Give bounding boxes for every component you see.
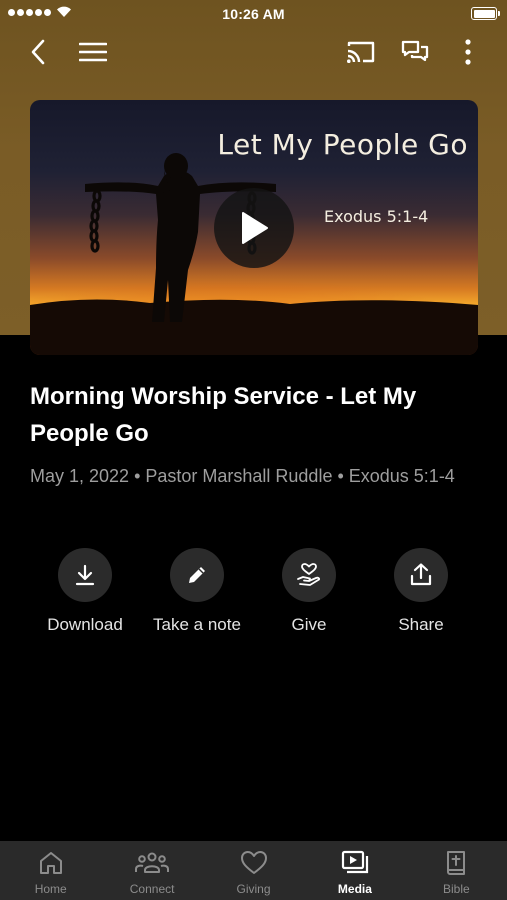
note-circle: [170, 548, 224, 602]
give-label: Give: [291, 615, 327, 634]
tab-connect[interactable]: Connect: [101, 841, 202, 900]
tab-connect-label: Connect: [129, 882, 175, 896]
cast-icon: [347, 41, 375, 63]
download-circle: [58, 548, 112, 602]
tab-bible-label: Bible: [442, 882, 470, 896]
chat-bubbles-icon: [401, 40, 429, 62]
chat-button[interactable]: [395, 32, 435, 72]
hamburger-menu-icon: [79, 42, 107, 62]
heart-icon: [240, 851, 267, 874]
chevron-left-icon: [31, 39, 45, 65]
play-icon: [242, 212, 268, 244]
take-a-note-label: Take a note: [153, 615, 241, 634]
share-circle: [394, 548, 448, 602]
video-thumbnail[interactable]: Let My People Go Exodus 5:1-4: [30, 100, 478, 355]
sermon-meta: May 1, 2022 • Pastor Marshall Ruddle • E…: [30, 466, 455, 486]
tab-home-label: Home: [34, 882, 67, 896]
people-icon: [135, 852, 170, 873]
tab-bible[interactable]: Bible: [406, 841, 507, 900]
tab-media-label: Media: [337, 882, 372, 896]
more-vertical-icon: [465, 39, 471, 65]
status-bar: 10:26 AM: [0, 0, 507, 28]
pencil-icon: [189, 567, 205, 583]
bible-icon: [447, 851, 466, 875]
download-button[interactable]: Download: [29, 548, 141, 648]
take-a-note-button[interactable]: Take a note: [141, 548, 253, 648]
give-button[interactable]: Give: [253, 548, 365, 648]
tab-giving-label: Giving: [236, 882, 271, 896]
menu-button[interactable]: [73, 32, 113, 72]
cast-button[interactable]: [341, 32, 381, 72]
battery-icon: [471, 7, 500, 20]
sermon-title: Morning Worship Service - Let My People …: [30, 383, 417, 447]
download-label: Download: [47, 615, 123, 634]
back-button[interactable]: [18, 32, 58, 72]
share-label: Share: [398, 615, 444, 634]
play-button[interactable]: [214, 188, 294, 268]
thumbnail-title-text: Let My People Go: [217, 128, 468, 161]
download-icon: [75, 564, 95, 586]
status-time: 10:26 AM: [222, 6, 285, 22]
home-icon: [39, 852, 62, 874]
bottom-tab-bar: Home Connect Giving Media Bible: [0, 841, 507, 900]
more-options-button[interactable]: [448, 32, 488, 72]
give-circle: [282, 548, 336, 602]
media-icon: [341, 850, 369, 874]
share-button[interactable]: Share: [365, 548, 477, 648]
give-heart-hand-icon: [297, 563, 320, 586]
tab-giving[interactable]: Giving: [203, 841, 304, 900]
tab-home[interactable]: Home: [0, 841, 101, 900]
tab-media[interactable]: Media: [304, 841, 405, 900]
share-icon: [410, 563, 432, 586]
thumbnail-scripture-text: Exodus 5:1-4: [324, 207, 429, 226]
